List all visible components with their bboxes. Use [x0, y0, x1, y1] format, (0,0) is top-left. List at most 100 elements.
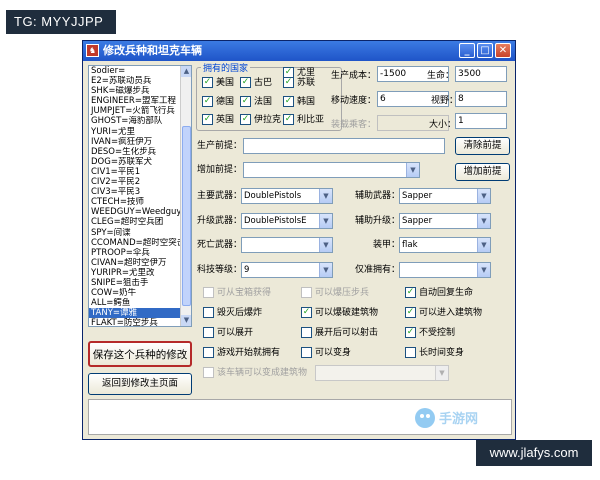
- unit-list-item[interactable]: TANY=谭雅: [89, 308, 181, 319]
- secondary-weapon-select[interactable]: Sapper ▼: [399, 188, 491, 204]
- unit-list-item[interactable]: YURIPR=尤里改: [89, 268, 181, 278]
- unit-list-item[interactable]: SHK=磁爆步兵: [89, 86, 181, 96]
- unit-list[interactable]: Sodier= E2=苏联动员兵 SHK=磁爆步兵 ENGINEER=盟军工程 JUMP…: [88, 65, 192, 327]
- unit-list-item[interactable]: CLEG=超时空兵团: [89, 217, 181, 227]
- editor-window: ♞ 修改兵种和坦克车辆 _ □ ✕ Sodier= E2=苏联动员兵 SHK=磁爆步…: [82, 40, 516, 440]
- chevron-down-icon[interactable]: ▼: [319, 238, 332, 252]
- check-icon: ✓: [283, 77, 294, 88]
- unit-list-item[interactable]: SPY=间谍: [89, 228, 181, 238]
- unit-list-item[interactable]: DESO=生化步兵: [89, 147, 181, 157]
- unit-list-item[interactable]: PTROOP=伞兵: [89, 248, 181, 258]
- option-deployable[interactable]: 可以展开: [203, 327, 253, 339]
- option-self-heal[interactable]: ✓ 自动回复生命: [405, 287, 473, 299]
- save-unit-button[interactable]: 保存这个兵种的修改: [88, 341, 192, 367]
- chevron-down-icon[interactable]: ▼: [319, 189, 332, 203]
- unit-list-item[interactable]: Sodier=: [89, 66, 181, 76]
- sight-input[interactable]: 8: [455, 91, 507, 107]
- option-explode-on-death[interactable]: 毁灭后爆炸: [203, 307, 262, 319]
- check-icon: ✓: [405, 307, 416, 318]
- chevron-down-icon[interactable]: ▼: [477, 263, 490, 277]
- unit-list-item[interactable]: FLAKT=防空步兵: [89, 318, 181, 326]
- tech-level-label: 科技等级：: [197, 265, 243, 275]
- unit-list-item[interactable]: WEEDGUY=Weedguy: [89, 207, 181, 217]
- unit-list-item[interactable]: ENGINEER=盟军工程: [89, 96, 181, 106]
- option-long-disguise[interactable]: 长时间变身: [405, 347, 464, 359]
- country-cuba-checkbox[interactable]: ✓ 古巴: [240, 77, 272, 89]
- death-weapon-label: 死亡武器：: [197, 240, 243, 250]
- country-usa-checkbox[interactable]: ✓ 美国: [202, 77, 234, 89]
- unit-list-item[interactable]: GHOST=海豹部队: [89, 116, 181, 126]
- unit-list-item[interactable]: CIV3=平民3: [89, 187, 181, 197]
- option-demolish-building[interactable]: ✓ 可以爆破建筑物: [301, 307, 378, 319]
- close-button[interactable]: ✕: [495, 43, 511, 58]
- cost-label: 生产成本：: [331, 71, 377, 81]
- option-fire-deployed[interactable]: 展开后可以射击: [301, 327, 378, 339]
- country-korea-checkbox[interactable]: ✓ 韩国: [283, 96, 315, 108]
- add-prereq-select[interactable]: ▼: [243, 162, 420, 178]
- secondary-weapon-label: 辅助武器：: [355, 191, 401, 201]
- maximize-button[interactable]: □: [477, 43, 493, 58]
- scroll-down-icon[interactable]: ▼: [181, 315, 191, 326]
- country-uk-checkbox[interactable]: ✓ 英国: [202, 114, 234, 126]
- option-enter-building[interactable]: ✓ 可以进入建筑物: [405, 307, 482, 319]
- tech-level-select[interactable]: 9 ▼: [241, 262, 333, 278]
- scroll-thumb[interactable]: [182, 126, 191, 306]
- check-icon: ✓: [301, 307, 312, 318]
- death-weapon-select[interactable]: ▼: [241, 237, 333, 253]
- unit-list-item[interactable]: CIV1=平民1: [89, 167, 181, 177]
- unit-list-item[interactable]: IVAN=疯狂伊万: [89, 137, 181, 147]
- add-prereq-button[interactable]: 增加前提: [455, 163, 510, 181]
- check-icon: ✓: [202, 77, 213, 88]
- country-france-checkbox[interactable]: ✓ 法国: [240, 96, 272, 108]
- countries-group-title: 拥有的国家: [201, 61, 251, 74]
- check-icon: ✓: [202, 96, 213, 107]
- prereq-input[interactable]: [243, 138, 445, 154]
- option-start-owned[interactable]: 游戏开始就拥有: [203, 347, 280, 359]
- primary-weapon-select[interactable]: DoublePistols ▼: [241, 188, 333, 204]
- unit-list-scrollbar[interactable]: ▲ ▼: [180, 66, 191, 326]
- check-icon: ✓: [405, 327, 416, 338]
- country-soviet-checkbox[interactable]: ✓ 苏联: [283, 77, 315, 89]
- unit-list-item[interactable]: CTECH=技师: [89, 197, 181, 207]
- unit-list-item[interactable]: CIV2=平民2: [89, 177, 181, 187]
- chevron-down-icon: ▼: [435, 366, 448, 380]
- chevron-down-icon[interactable]: ▼: [477, 238, 490, 252]
- unit-list-item[interactable]: COW=奶牛: [89, 288, 181, 298]
- speed-label: 移动速度：: [331, 96, 377, 106]
- chevron-down-icon[interactable]: ▼: [477, 189, 490, 203]
- option-disguise[interactable]: 可以变身: [301, 347, 351, 359]
- clear-prereq-button[interactable]: 清除前提: [455, 137, 510, 155]
- scroll-up-icon[interactable]: ▲: [181, 66, 191, 77]
- country-libya-checkbox[interactable]: ✓ 利比亚: [283, 114, 324, 126]
- elite-weapon-select[interactable]: DoublePistolsE ▼: [241, 213, 333, 229]
- chevron-down-icon[interactable]: ▼: [477, 214, 490, 228]
- armor-select[interactable]: flak ▼: [399, 237, 491, 253]
- chevron-down-icon[interactable]: ▼: [406, 163, 419, 177]
- check-icon: ✓: [405, 287, 416, 298]
- unit-list-item[interactable]: CCOMAND=超时空突击: [89, 238, 181, 248]
- unit-list-item[interactable]: SNIPE=狙击手: [89, 278, 181, 288]
- check-icon: ✓: [202, 114, 213, 125]
- elite-secondary-select[interactable]: Sapper ▼: [399, 213, 491, 229]
- size-input[interactable]: 1: [455, 113, 507, 129]
- country-iraq-checkbox[interactable]: ✓ 伊拉克: [240, 114, 281, 126]
- title-bar[interactable]: ♞ 修改兵种和坦克车辆 _ □ ✕: [83, 41, 515, 61]
- unit-list-item[interactable]: E2=苏联动员兵: [89, 76, 181, 86]
- passengers-label: 装载乘客：: [331, 120, 377, 130]
- unit-list-item[interactable]: CIVAN=超时空伊万: [89, 258, 181, 268]
- chevron-down-icon[interactable]: ▼: [319, 263, 332, 277]
- country-germany-checkbox[interactable]: ✓ 德国: [202, 96, 234, 108]
- unit-list-item[interactable]: YURI=尤里: [89, 127, 181, 137]
- back-main-button[interactable]: 返回到修改主页面: [88, 373, 192, 395]
- minimize-button[interactable]: _: [459, 43, 475, 58]
- unit-list-item[interactable]: DOG=苏联军犬: [89, 157, 181, 167]
- prereq-label: 生产前提：: [197, 141, 243, 151]
- option-immune-control[interactable]: ✓ 不受控制: [405, 327, 455, 339]
- unit-list-item[interactable]: ALL=鳄鱼: [89, 298, 181, 308]
- chevron-down-icon[interactable]: ▼: [319, 214, 332, 228]
- top-tag: TG: MYYJJPP: [6, 10, 116, 34]
- check-icon: ✓: [240, 77, 251, 88]
- life-input[interactable]: 3500: [455, 66, 507, 82]
- only-owner-select[interactable]: ▼: [399, 262, 491, 278]
- unit-list-item[interactable]: JUMPJET=火箭飞行兵: [89, 106, 181, 116]
